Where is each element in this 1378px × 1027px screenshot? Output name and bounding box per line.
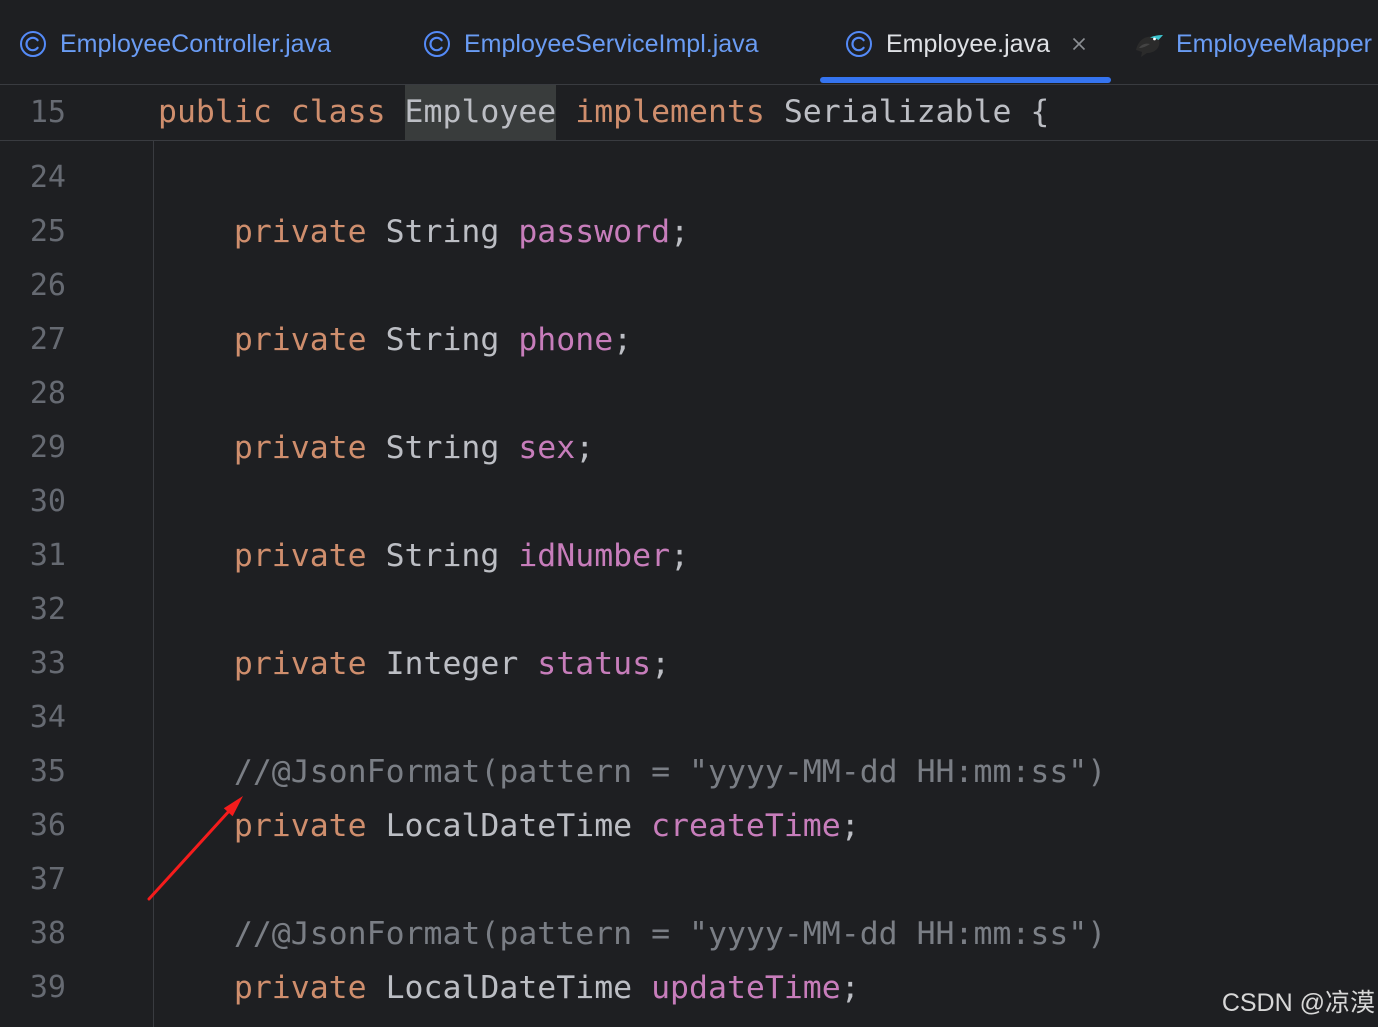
code-token: //@JsonFormat(pattern = "yyyy-MM-dd HH:m…: [158, 916, 1107, 952]
code-token: private: [158, 430, 386, 466]
code-token: ;: [840, 808, 860, 844]
code-lines[interactable]: 24 25 private String password; 26 27 privat…: [0, 151, 1378, 1015]
code-text: private LocalDateTime updateTime;: [158, 961, 860, 1015]
code-token: //@JsonFormat(pattern = "yyyy-MM-dd HH:m…: [158, 754, 1107, 790]
tab-employee[interactable]: Employee.java: [820, 2, 1111, 84]
code-text: private Integer status;: [158, 637, 670, 691]
code-line[interactable]: 38 //@JsonFormat(pattern = "yyyy-MM-dd H…: [0, 907, 1378, 961]
code-token: ;: [651, 646, 671, 682]
tab-label: Employee.java: [886, 29, 1050, 58]
watermark: CSDN @凉漠: [1221, 989, 1375, 1017]
line-number[interactable]: 35: [0, 745, 66, 799]
line-number[interactable]: 34: [0, 691, 66, 745]
code-line[interactable]: 36 private LocalDateTime createTime;: [0, 799, 1378, 853]
code-token: private: [158, 322, 386, 358]
code-text: private LocalDateTime createTime;: [158, 799, 860, 853]
code-text: //@JsonFormat(pattern = "yyyy-MM-dd HH:m…: [158, 907, 1106, 961]
tab-label: EmployeeServiceImpl.java: [464, 29, 759, 58]
code-text: private String idNumber;: [158, 529, 689, 583]
code-line[interactable]: 27 private String phone;: [0, 313, 1378, 367]
mybatis-bird-icon: [1133, 29, 1165, 59]
sticky-class-header[interactable]: 15 public class Employee implements Seri…: [0, 85, 1378, 141]
code-line[interactable]: 30: [0, 475, 1378, 529]
code-token: private: [158, 538, 386, 574]
line-number[interactable]: 15: [0, 85, 66, 140]
code-token: phone: [518, 322, 614, 358]
code-text: private String password;: [158, 205, 689, 259]
code-token: String: [385, 430, 519, 466]
class-icon: [19, 30, 47, 58]
line-number[interactable]: 30: [0, 475, 66, 529]
code-line[interactable]: 25 private String password;: [0, 205, 1378, 259]
line-number[interactable]: 36: [0, 799, 66, 853]
line-number[interactable]: 27: [0, 313, 66, 367]
close-tab-button[interactable]: [1072, 37, 1086, 51]
line-number[interactable]: 37: [0, 853, 66, 907]
class-icon: [423, 30, 451, 58]
tab-employee-controller[interactable]: EmployeeController.java: [12, 2, 404, 84]
code-text: public class Employee implements Seriali…: [158, 85, 1049, 140]
code-line[interactable]: 31 private String idNumber;: [0, 529, 1378, 583]
code-token: private: [158, 970, 386, 1006]
line-number[interactable]: 32: [0, 583, 66, 637]
code-token: ;: [670, 538, 690, 574]
code-line[interactable]: 26: [0, 259, 1378, 313]
code-token: public class: [158, 94, 405, 130]
code-token: Serializable {: [783, 94, 1050, 130]
code-token: implements: [556, 94, 784, 130]
code-text: private String phone;: [158, 313, 632, 367]
code-token: password: [518, 214, 671, 250]
tab-label: EmployeeMapper: [1176, 29, 1372, 58]
code-line[interactable]: 34: [0, 691, 1378, 745]
code-token: ;: [840, 970, 860, 1006]
code-token: String: [385, 538, 519, 574]
highlighted-identifier: Employee: [404, 85, 557, 140]
code-text: //@JsonFormat(pattern = "yyyy-MM-dd HH:m…: [158, 745, 1106, 799]
line-number[interactable]: 33: [0, 637, 66, 691]
line-number[interactable]: 26: [0, 259, 66, 313]
line-number[interactable]: 29: [0, 421, 66, 475]
code-token: ;: [670, 214, 690, 250]
class-icon: [845, 30, 873, 58]
code-token: sex: [518, 430, 576, 466]
code-token: LocalDateTime: [385, 808, 652, 844]
code-line[interactable]: 39 private LocalDateTime updateTime;: [0, 961, 1378, 1015]
code-line[interactable]: 33 private Integer status;: [0, 637, 1378, 691]
code-line[interactable]: 35 //@JsonFormat(pattern = "yyyy-MM-dd H…: [0, 745, 1378, 799]
close-icon: [1072, 37, 1086, 51]
tab-employee-service-impl[interactable]: EmployeeServiceImpl.java: [416, 2, 808, 84]
line-number[interactable]: 28: [0, 367, 66, 421]
code-text: private String sex;: [158, 421, 594, 475]
line-number[interactable]: 24: [0, 151, 66, 205]
line-number[interactable]: 38: [0, 907, 66, 961]
code-token: createTime: [651, 808, 841, 844]
code-line[interactable]: 32: [0, 583, 1378, 637]
code-token: LocalDateTime: [385, 970, 652, 1006]
code-token: private: [158, 808, 386, 844]
code-token: status: [537, 646, 652, 682]
line-number[interactable]: 31: [0, 529, 66, 583]
tab-employee-mapper[interactable]: EmployeeMapper: [1120, 2, 1378, 84]
line-number[interactable]: 25: [0, 205, 66, 259]
code-token: idNumber: [518, 538, 671, 574]
code-token: private: [158, 646, 386, 682]
code-line[interactable]: 29 private String sex;: [0, 421, 1378, 475]
tab-label: EmployeeController.java: [60, 29, 331, 58]
editor-tab-bar: EmployeeController.java EmployeeServiceI…: [0, 0, 1378, 85]
code-token: private: [158, 214, 386, 250]
code-line[interactable]: 28: [0, 367, 1378, 421]
code-token: Integer: [385, 646, 538, 682]
code-line[interactable]: 37: [0, 853, 1378, 907]
code-token: ;: [613, 322, 633, 358]
code-token: ;: [575, 430, 595, 466]
code-line[interactable]: 24: [0, 151, 1378, 205]
code-token: updateTime: [651, 970, 841, 1006]
code-token: String: [385, 214, 519, 250]
line-number[interactable]: 39: [0, 961, 66, 1015]
code-token: String: [385, 322, 519, 358]
